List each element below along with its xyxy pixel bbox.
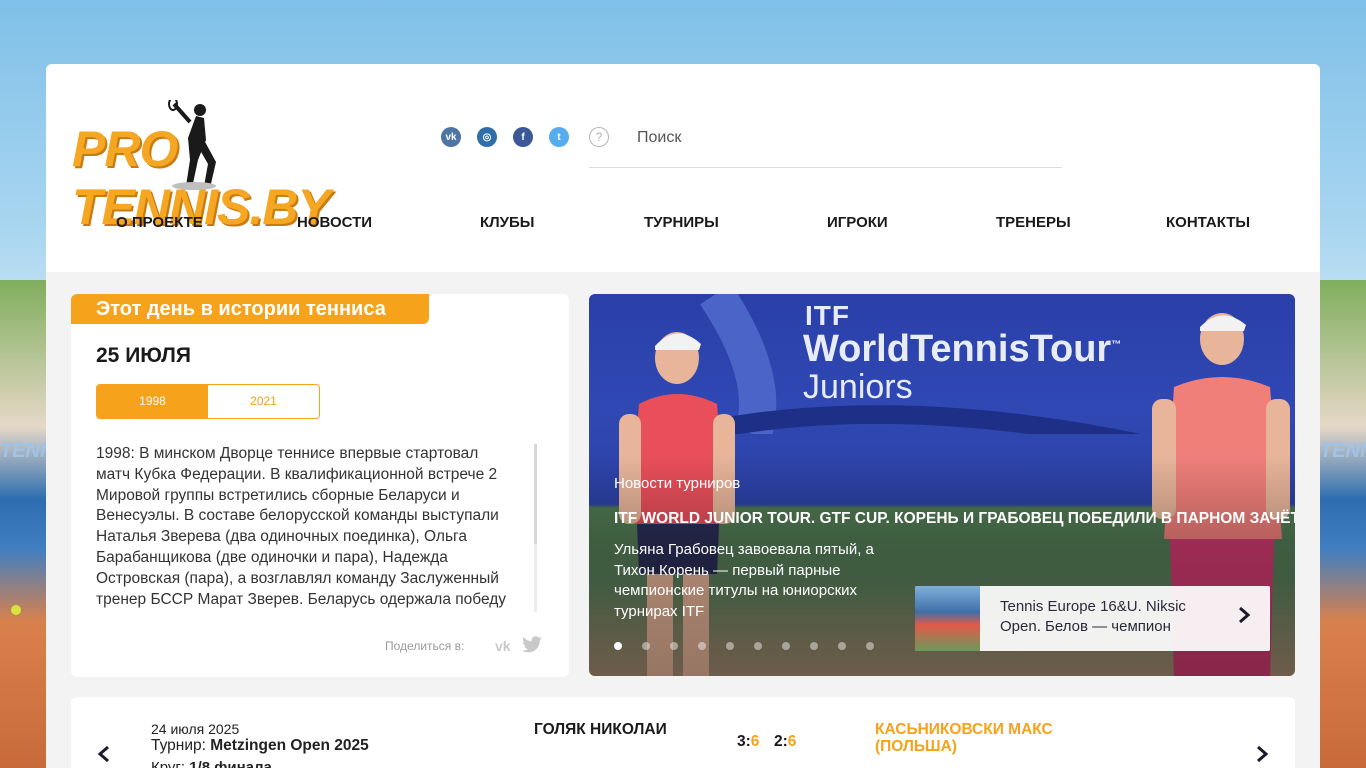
slider-dot[interactable] bbox=[866, 642, 874, 650]
background-logo-right: TENNI bbox=[1320, 440, 1366, 462]
search-input[interactable] bbox=[635, 126, 1059, 150]
slide-lead: Ульяна Грабовец завоевала пятый, а Тихон… bbox=[614, 541, 874, 620]
background-court-left bbox=[0, 280, 46, 768]
news-slider[interactable]: ITF WorldTennisTour™ Juniors Новости тур… bbox=[589, 294, 1295, 676]
banner-title: WorldTennisTour™ bbox=[803, 328, 1121, 371]
slider-dot[interactable] bbox=[642, 642, 650, 650]
history-date: 25 ИЮЛЯ bbox=[96, 344, 191, 367]
share-vk-icon[interactable]: vk bbox=[495, 638, 511, 654]
banner-trademark: ™ bbox=[1111, 339, 1122, 351]
set-2-player-1: 2 bbox=[774, 733, 783, 750]
chevron-right-icon[interactable] bbox=[1255, 745, 1269, 763]
history-widget: Этот день в истории тенниса 25 ИЮЛЯ 1998… bbox=[71, 294, 569, 677]
slider-dot[interactable] bbox=[614, 642, 622, 650]
nav-item-news[interactable]: Новости bbox=[297, 214, 372, 231]
next-news-title: Tennis Europe 16&U. Niksic Open. Белов —… bbox=[1000, 598, 1186, 635]
search-box: ? bbox=[589, 122, 1062, 168]
tournament-label: Турнир: bbox=[151, 737, 206, 754]
round-label: Круг: bbox=[151, 759, 186, 768]
slide-category[interactable]: Новости турниров bbox=[614, 475, 740, 492]
slider-dot[interactable] bbox=[810, 642, 818, 650]
year-tabs: 1998 2021 bbox=[96, 384, 320, 419]
chevron-right-icon[interactable] bbox=[1237, 606, 1251, 624]
social-links: vk ◎ f t bbox=[441, 127, 569, 147]
year-tab-2021[interactable]: 2021 bbox=[208, 385, 319, 418]
slider-dot[interactable] bbox=[670, 642, 678, 650]
slider-pagination bbox=[614, 642, 874, 650]
share-label: Поделиться в: bbox=[385, 639, 465, 653]
twitter-icon[interactable]: t bbox=[549, 127, 569, 147]
set-2-player-2: 6 bbox=[787, 733, 797, 750]
tournament-name[interactable]: Metzingen Open 2025 bbox=[210, 737, 368, 754]
next-news-card[interactable]: Tennis Europe 16&U. Niksic Open. Белов —… bbox=[915, 586, 1270, 651]
history-scrollbar[interactable] bbox=[534, 444, 537, 612]
share-twitter-icon[interactable] bbox=[521, 636, 543, 659]
match-player-1[interactable]: Голяк Николаи bbox=[534, 721, 667, 739]
slider-dot[interactable] bbox=[782, 642, 790, 650]
tennis-ball-icon bbox=[11, 605, 21, 615]
instagram-icon[interactable]: ◎ bbox=[477, 127, 497, 147]
nav-item-players[interactable]: Игроки bbox=[827, 214, 888, 231]
main-nav: О проекте Новости Клубы Турниры Игроки Т… bbox=[46, 214, 1320, 234]
match-round: Круг: 1/8 финала bbox=[151, 759, 272, 768]
nav-item-tournaments[interactable]: Турниры bbox=[644, 214, 719, 231]
slider-dot[interactable] bbox=[754, 642, 762, 650]
header: PRO TENNIS.BY vk ◎ f t ? О проекте Новос… bbox=[46, 64, 1320, 272]
scrollbar-thumb[interactable] bbox=[534, 444, 537, 544]
site-logo[interactable]: PRO TENNIS.BY bbox=[72, 98, 422, 235]
match-player-2[interactable]: Касьниковски Макс (Польша) bbox=[875, 721, 1095, 755]
history-text: 1998: В минском Дворце теннисе впервые с… bbox=[96, 445, 507, 608]
set-score-1: 3:6 bbox=[737, 733, 759, 751]
round-value: 1/8 финала bbox=[189, 759, 272, 768]
facebook-icon[interactable]: f bbox=[513, 127, 533, 147]
background-court-right bbox=[1320, 280, 1366, 768]
slider-dot[interactable] bbox=[838, 642, 846, 650]
slider-dot[interactable] bbox=[698, 642, 706, 650]
history-title: Этот день в истории тенниса bbox=[71, 294, 429, 324]
nav-item-coaches[interactable]: Тренеры bbox=[996, 214, 1071, 231]
match-results: 24 июля 2025 Турнир: Metzingen Open 2025… bbox=[71, 697, 1295, 768]
vk-icon[interactable]: vk bbox=[441, 127, 461, 147]
chevron-left-icon[interactable] bbox=[97, 745, 111, 763]
set-1-player-2: 6 bbox=[750, 733, 760, 750]
match-date: 24 июля 2025 bbox=[151, 721, 240, 737]
page-container: PRO TENNIS.BY vk ◎ f t ? О проекте Новос… bbox=[46, 64, 1320, 768]
match-tournament: Турнир: Metzingen Open 2025 bbox=[151, 737, 369, 755]
slider-dot[interactable] bbox=[726, 642, 734, 650]
nav-item-clubs[interactable]: Клубы bbox=[480, 214, 534, 231]
year-tab-1998[interactable]: 1998 bbox=[97, 385, 208, 418]
banner-title-text: WorldTennisTour bbox=[803, 328, 1112, 370]
help-icon[interactable]: ? bbox=[589, 127, 609, 147]
nav-item-contacts[interactable]: Контакты bbox=[1166, 214, 1250, 231]
set-1-player-1: 3 bbox=[737, 733, 746, 750]
nav-item-about[interactable]: О проекте bbox=[116, 214, 203, 231]
slide-headline[interactable]: ITF World Junior Tour. GTF Cup. Корень и… bbox=[614, 510, 1295, 528]
set-score-2: 2:6 bbox=[774, 733, 796, 751]
next-news-thumbnail bbox=[915, 586, 980, 651]
banner-subtitle: Juniors bbox=[803, 368, 913, 406]
